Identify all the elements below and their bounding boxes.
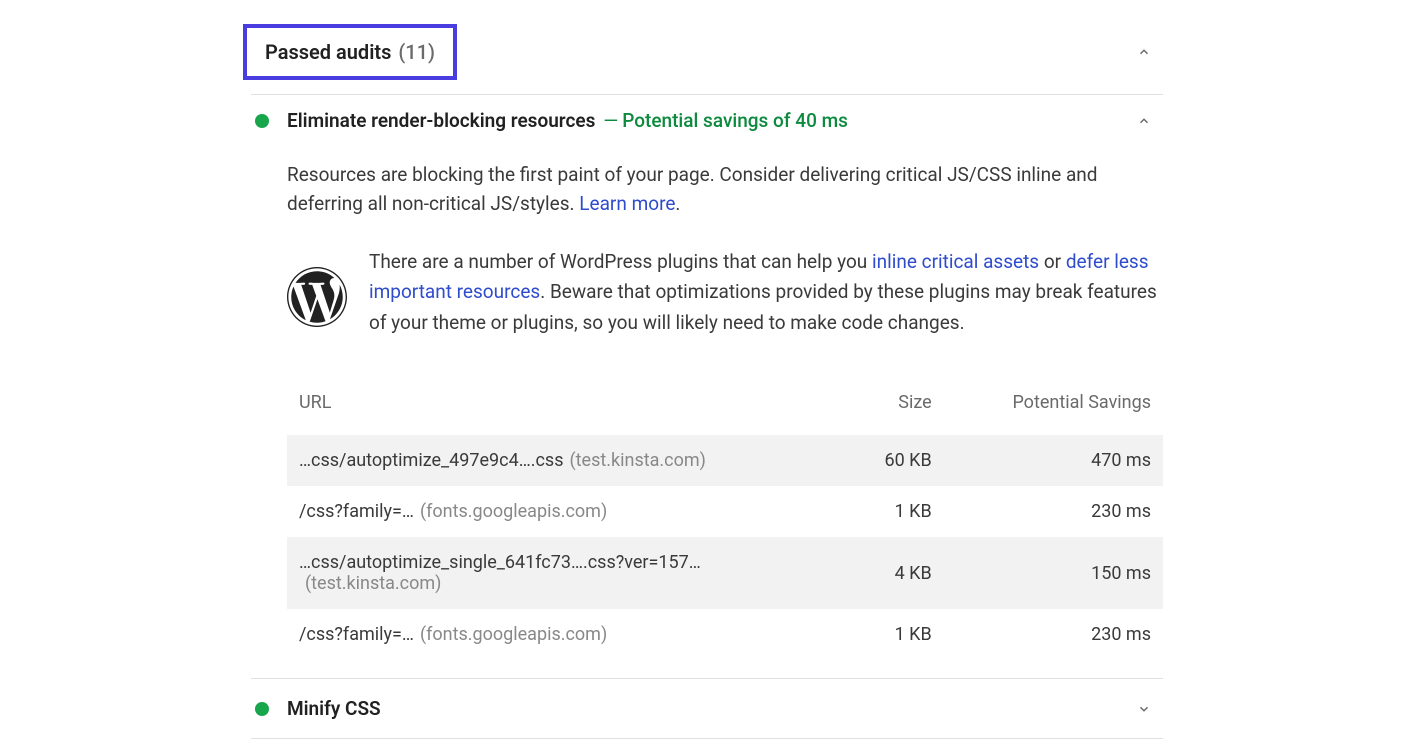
wp-hint-mid1: or: [1039, 250, 1066, 273]
status-pass-icon: [255, 114, 269, 128]
period: .: [675, 192, 680, 215]
audit-title: Minify CSS: [287, 697, 1129, 720]
url-path: /css?family=…: [299, 624, 414, 645]
highlight-box: Passed audits (11): [243, 24, 457, 80]
passed-audits-title: Passed audits: [265, 40, 391, 64]
status-pass-icon: [255, 702, 269, 716]
audit-title: Eliminate render-blocking resources: [287, 109, 595, 132]
table-row: …css/autoptimize_497e9c4….css (test.kinst…: [287, 435, 1163, 486]
chevron-up-icon: [1137, 114, 1151, 128]
audit-header[interactable]: Eliminate render-blocking resources — Po…: [251, 95, 1163, 146]
url-origin: (test.kinsta.com): [570, 450, 706, 471]
audit-description: Resources are blocking the first paint o…: [287, 160, 1163, 219]
wordpress-icon: [287, 267, 347, 327]
size-cell: 1 KB: [848, 486, 944, 537]
size-cell: 60 KB: [848, 435, 944, 486]
size-cell: 1 KB: [848, 609, 944, 660]
learn-more-link[interactable]: Learn more: [579, 192, 675, 215]
audit-description-text: Resources are blocking the first paint o…: [287, 163, 1098, 215]
inline-critical-assets-link[interactable]: inline critical assets: [872, 250, 1039, 273]
resource-table: URL Size Potential Savings …css/autoptim…: [287, 382, 1163, 660]
savings-cell: 150 ms: [944, 537, 1163, 609]
passed-audits-header[interactable]: Passed audits (11): [251, 10, 1163, 95]
wordpress-hint: There are a number of WordPress plugins …: [287, 247, 1163, 338]
url-origin: (fonts.googleapis.com): [420, 624, 607, 645]
size-header: Size: [848, 382, 944, 435]
chevron-down-icon: [1137, 702, 1151, 716]
audit-savings: Potential savings of 40 ms: [622, 109, 848, 132]
url-origin: (fonts.googleapis.com): [420, 501, 607, 522]
audit-minify-css[interactable]: Minify CSS: [251, 679, 1163, 739]
url-header: URL: [287, 382, 848, 435]
url-path: …css/autoptimize_497e9c4….css: [299, 450, 564, 471]
wp-hint-pre: There are a number of WordPress plugins …: [369, 250, 872, 273]
url-path: /css?family=…: [299, 501, 414, 522]
audits-container: Passed audits (11) Eliminate render-bloc…: [251, 10, 1163, 739]
savings-cell: 470 ms: [944, 435, 1163, 486]
audit-savings-separator: —: [603, 109, 618, 132]
table-row: /css?family=… (fonts.googleapis.com) 1 KB…: [287, 486, 1163, 537]
chevron-up-icon: [1137, 45, 1151, 59]
savings-cell: 230 ms: [944, 609, 1163, 660]
savings-header: Potential Savings: [944, 382, 1163, 435]
passed-audits-count: (11): [398, 40, 435, 64]
table-row: /css?family=… (fonts.googleapis.com) 1 KB…: [287, 609, 1163, 660]
url-origin: (test.kinsta.com): [305, 573, 441, 594]
audit-eliminate-render-blocking: Eliminate render-blocking resources — Po…: [251, 95, 1163, 660]
savings-cell: 230 ms: [944, 486, 1163, 537]
url-path: …css/autoptimize_single_641fc73….css?ver…: [299, 552, 701, 573]
audit-body: Resources are blocking the first paint o…: [251, 160, 1163, 660]
table-row: …css/autoptimize_single_641fc73….css?ver…: [287, 537, 1163, 609]
wordpress-hint-text: There are a number of WordPress plugins …: [369, 247, 1163, 338]
size-cell: 4 KB: [848, 537, 944, 609]
